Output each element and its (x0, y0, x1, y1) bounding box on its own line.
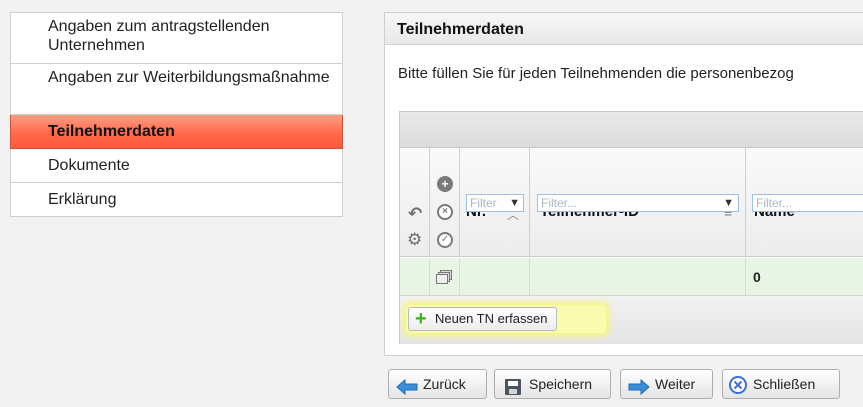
sidebar-item-teilnehmerdaten[interactable]: Teilnehmerdaten (10, 115, 343, 149)
undo-icon[interactable]: ↶ (408, 205, 422, 223)
grid-action-column: ↶ ⚙ (400, 148, 430, 257)
save-icon (502, 376, 524, 395)
filter-input-name[interactable]: Filter... (752, 194, 863, 212)
filter-icon[interactable]: ▼ (723, 196, 734, 210)
arrow-left-icon (396, 376, 418, 396)
table-row[interactable]: 0 (400, 258, 863, 296)
participants-grid: ↶ ⚙ + × ✓ Nr. ︿ Teilnehmer-ID ≡ Name Fil… (399, 111, 863, 344)
close-label: Schließen (753, 376, 816, 392)
add-participant-highlight: + Neuen TN erfassen (406, 305, 606, 333)
grid-footer: + Neuen TN erfassen (400, 296, 863, 344)
grid-toolbar (400, 112, 863, 148)
cell-name: 0 (753, 269, 761, 285)
copy-icon[interactable] (436, 270, 452, 284)
back-label: Zurück (423, 376, 466, 392)
clear-circle-icon[interactable]: × (437, 204, 453, 220)
panel-title: Teilnehmerdaten (385, 13, 863, 45)
filter-placeholder-teilnehmer-id: Filter... (541, 196, 578, 210)
save-button[interactable]: Speichern (494, 369, 611, 399)
filter-input-nr[interactable]: Filter ▼ (466, 194, 524, 212)
participants-panel: Teilnehmerdaten Bitte füllen Sie für jed… (384, 12, 863, 356)
next-label: Weiter (655, 376, 696, 392)
grid-select-column: + × ✓ (430, 148, 460, 257)
sidebar-item-erklaerung[interactable]: Erklärung (10, 183, 343, 217)
settings-icon[interactable]: ⚙ (407, 231, 422, 249)
filter-icon[interactable]: ▼ (509, 196, 520, 210)
plus-circle-icon[interactable]: + (437, 176, 453, 192)
next-button[interactable]: Weiter (620, 369, 713, 399)
sidebar-item-dokumente[interactable]: Dokumente (10, 149, 343, 183)
save-label: Speichern (529, 376, 593, 392)
back-button[interactable]: Zurück (388, 369, 487, 399)
filter-input-teilnehmer-id[interactable]: Filter... ▼ (537, 194, 739, 212)
add-participant-label: Neuen TN erfassen (435, 311, 548, 326)
close-icon (729, 375, 751, 394)
intro-text: Bitte füllen Sie für jeden Teilnehmenden… (398, 65, 794, 82)
add-participant-button[interactable]: + Neuen TN erfassen (408, 307, 557, 331)
sidebar-nav: Angaben zum antragstellenden Unternehmen… (10, 12, 343, 217)
check-circle-icon[interactable]: ✓ (437, 232, 453, 248)
filter-placeholder-name: Filter... (756, 196, 793, 210)
close-button[interactable]: Schließen (722, 369, 840, 399)
sidebar-item-unternehmen[interactable]: Angaben zum antragstellenden Unternehmen (10, 13, 343, 64)
sidebar-item-weiterbildung[interactable]: Angaben zur Weiterbildungsmaßnahme (10, 64, 343, 115)
filter-placeholder-nr: Filter (470, 196, 497, 210)
arrow-right-icon (628, 376, 650, 396)
plus-icon: + (415, 308, 427, 330)
